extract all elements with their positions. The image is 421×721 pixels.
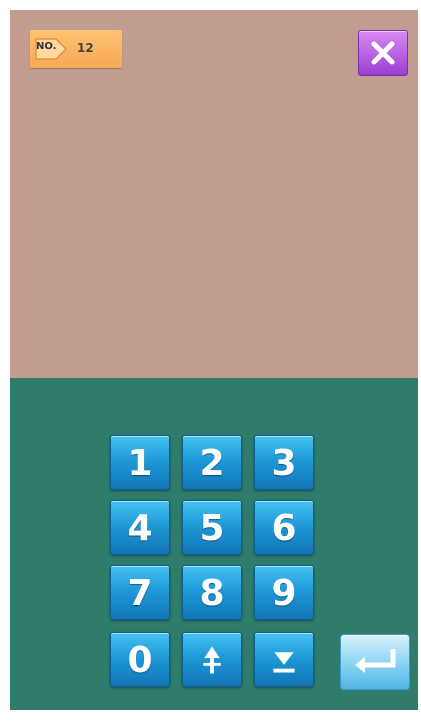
- down-arrow-icon: [273, 652, 295, 673]
- display-area: NO. 12: [10, 10, 418, 378]
- close-button[interactable]: [358, 30, 408, 76]
- no-label: NO.: [36, 41, 57, 52]
- key-4[interactable]: 4: [110, 500, 170, 555]
- key-0[interactable]: 0: [110, 632, 170, 687]
- key-2[interactable]: 2: [182, 435, 242, 490]
- key-8[interactable]: 8: [182, 565, 242, 620]
- screen: NO. 12 1 2 3 4 5 6 7 8 9 0: [10, 10, 418, 710]
- enter-button[interactable]: [340, 634, 410, 690]
- key-3[interactable]: 3: [254, 435, 314, 490]
- no-value: 12: [77, 41, 94, 55]
- up-button[interactable]: [182, 632, 242, 687]
- pattern-number-badge[interactable]: NO. 12: [30, 30, 122, 68]
- key-5[interactable]: 5: [182, 500, 242, 555]
- key-1[interactable]: 1: [110, 435, 170, 490]
- key-7[interactable]: 7: [110, 565, 170, 620]
- enter-icon: [355, 649, 396, 673]
- up-arrow-icon: [203, 646, 221, 674]
- close-icon: [371, 41, 395, 65]
- down-button[interactable]: [254, 632, 314, 687]
- key-9[interactable]: 9: [254, 565, 314, 620]
- key-6[interactable]: 6: [254, 500, 314, 555]
